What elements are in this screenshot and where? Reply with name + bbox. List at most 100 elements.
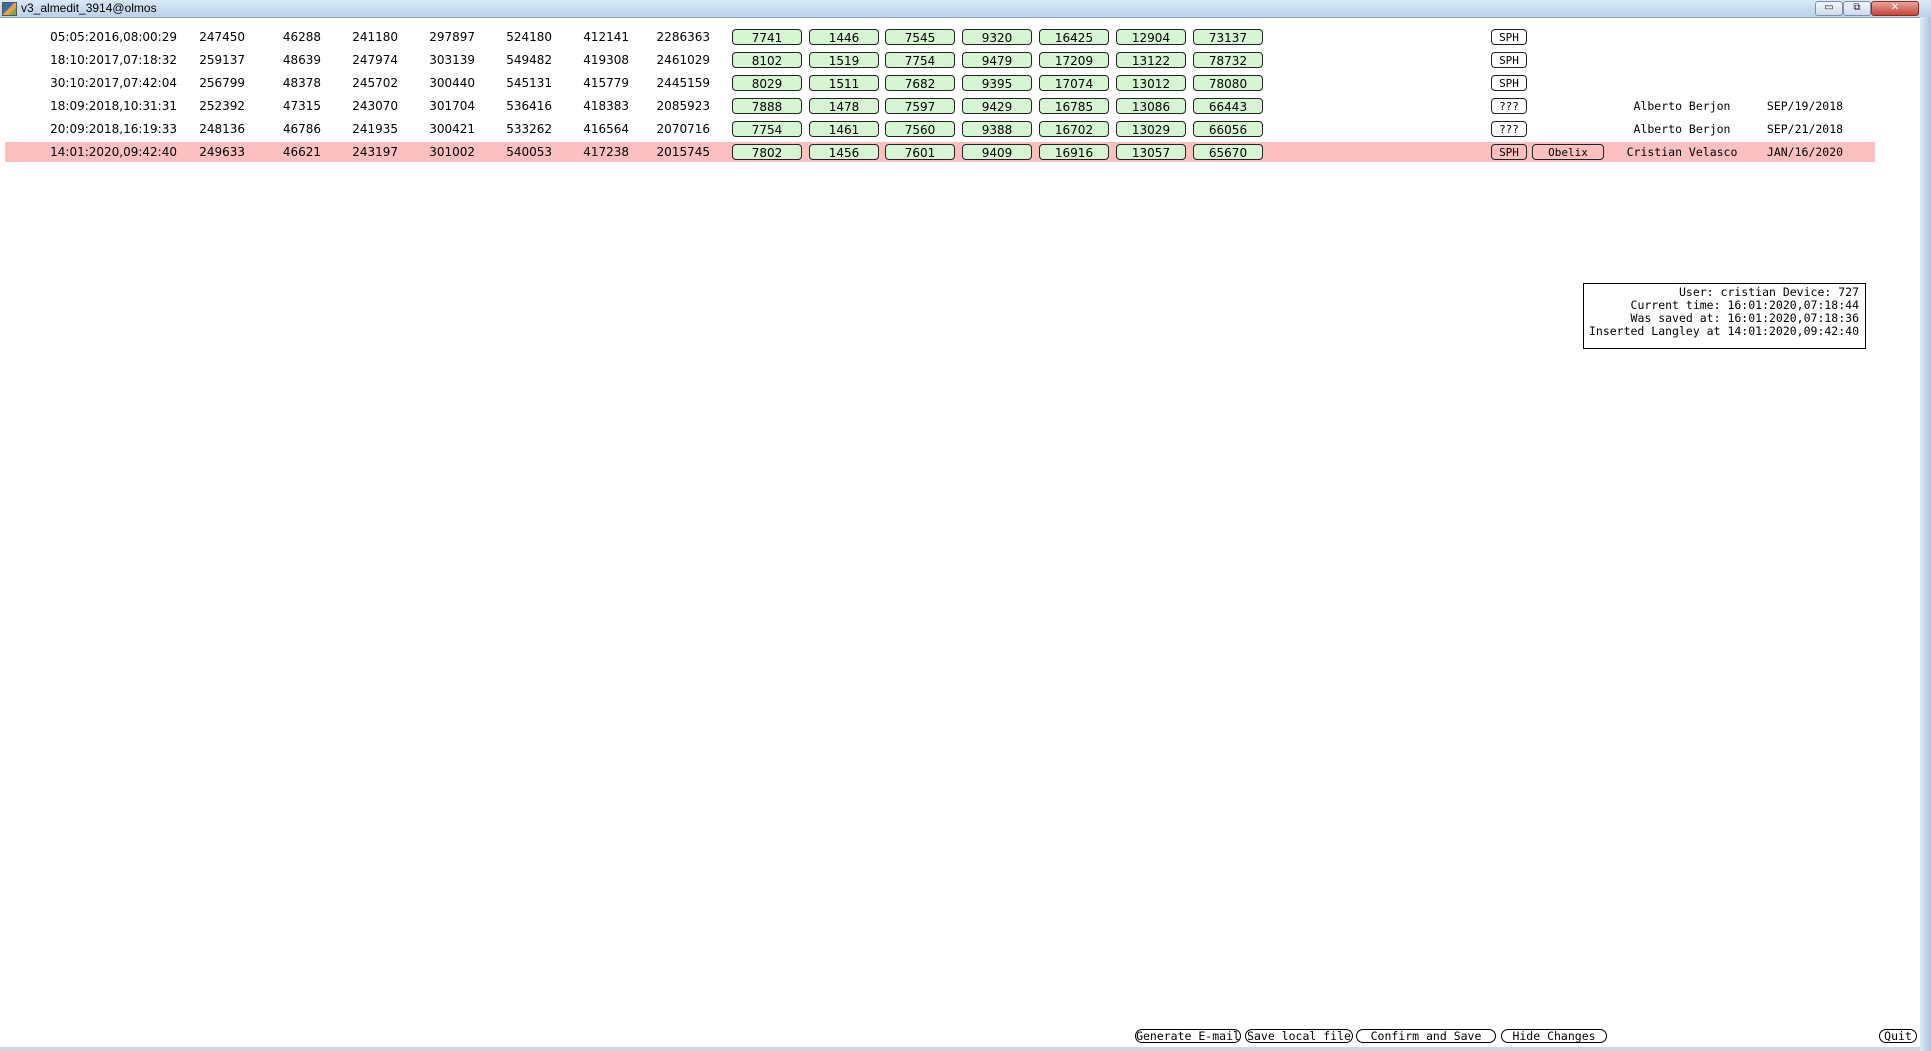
row-timestamp: 14:01:2020,09:42:40: [50, 145, 177, 159]
window-frame-edge: [1920, 17, 1931, 1051]
row-value: 549482: [506, 53, 552, 67]
value-box[interactable]: 7682: [885, 75, 955, 91]
row-value: 47315: [282, 99, 321, 113]
row-value: 243070: [352, 99, 398, 113]
value-box[interactable]: 73137: [1193, 29, 1263, 45]
quit-button[interactable]: Quit: [1879, 1029, 1917, 1043]
row-value: 249633: [199, 145, 245, 159]
status-tag-button[interactable]: SPH: [1491, 75, 1527, 91]
row-person: Alberto Berjon: [1633, 122, 1731, 136]
close-button[interactable]: ✕: [1871, 1, 1919, 16]
row-value: 247450: [199, 30, 245, 44]
row-value: 412141: [583, 30, 629, 44]
row-value: 419308: [583, 53, 629, 67]
value-box[interactable]: 7888: [732, 98, 802, 114]
value-box[interactable]: 16425: [1039, 29, 1109, 45]
value-box[interactable]: 13029: [1116, 121, 1186, 137]
value-box[interactable]: 1511: [809, 75, 879, 91]
row-value: 300421: [429, 122, 475, 136]
status-tag-button[interactable]: SPH: [1491, 29, 1527, 45]
table-row[interactable]: 30:10:2017,07:42:04 256799 48378 245702 3004…: [5, 73, 1875, 93]
row-timestamp: 18:09:2018,10:31:31: [50, 99, 177, 113]
app-icon: [2, 2, 17, 16]
value-box[interactable]: 7601: [885, 144, 955, 160]
status-tag-button[interactable]: ???: [1491, 98, 1527, 114]
value-box[interactable]: 7802: [732, 144, 802, 160]
save-local-file-button[interactable]: Save local file: [1245, 1029, 1353, 1043]
table-row[interactable]: 05:05:2016,08:00:29 247450 46288 241180 2978…: [5, 27, 1875, 47]
value-box[interactable]: 16916: [1039, 144, 1109, 160]
value-box[interactable]: 7545: [885, 29, 955, 45]
row-value: 243197: [352, 145, 398, 159]
row-value: 416564: [583, 122, 629, 136]
value-box[interactable]: 7754: [885, 52, 955, 68]
value-box[interactable]: 9320: [962, 29, 1032, 45]
confirm-and-save-button[interactable]: Confirm and Save: [1356, 1029, 1496, 1043]
value-box[interactable]: 9388: [962, 121, 1032, 137]
row-value: 2085923: [656, 99, 710, 113]
info-inserted: Inserted Langley at 14:01:2020,09:42:40: [1588, 324, 1859, 338]
row-timestamp: 20:09:2018,16:19:33: [50, 122, 177, 136]
row-value: 2070716: [656, 122, 710, 136]
value-box[interactable]: 78080: [1193, 75, 1263, 91]
table-row[interactable]: 14:01:2020,09:42:40 249633 46621 243197 3010…: [5, 142, 1875, 162]
restore-button[interactable]: ⧉: [1843, 1, 1871, 16]
value-box[interactable]: 65670: [1193, 144, 1263, 160]
row-value: 252392: [199, 99, 245, 113]
value-box[interactable]: 9395: [962, 75, 1032, 91]
row-value: 301704: [429, 99, 475, 113]
status-tag-button[interactable]: SPH: [1491, 52, 1527, 68]
row-person: Cristian Velasco: [1626, 145, 1738, 159]
value-box[interactable]: 9409: [962, 144, 1032, 160]
value-box[interactable]: 9429: [962, 98, 1032, 114]
value-box[interactable]: 17209: [1039, 52, 1109, 68]
row-value: 415779: [583, 76, 629, 90]
value-box[interactable]: 7741: [732, 29, 802, 45]
value-box[interactable]: 8102: [732, 52, 802, 68]
row-value: 256799: [199, 76, 245, 90]
row-value: 2015745: [656, 145, 710, 159]
value-box[interactable]: 13086: [1116, 98, 1186, 114]
row-value: 46288: [282, 30, 321, 44]
row-value: 300440: [429, 76, 475, 90]
value-box[interactable]: 7597: [885, 98, 955, 114]
value-box[interactable]: 12904: [1116, 29, 1186, 45]
row-value: 245702: [352, 76, 398, 90]
value-box[interactable]: 16702: [1039, 121, 1109, 137]
table-row[interactable]: 20:09:2018,16:19:33 248136 46786 241935 3004…: [5, 119, 1875, 139]
table-row[interactable]: 18:09:2018,10:31:31 252392 47315 243070 3017…: [5, 96, 1875, 116]
value-box[interactable]: 7754: [732, 121, 802, 137]
status-tag-button[interactable]: SPH: [1491, 144, 1527, 160]
generate-email-button[interactable]: Generate E-mail: [1135, 1029, 1241, 1043]
value-box[interactable]: 13057: [1116, 144, 1186, 160]
value-box[interactable]: 9479: [962, 52, 1032, 68]
value-box[interactable]: 16785: [1039, 98, 1109, 114]
value-box[interactable]: 66443: [1193, 98, 1263, 114]
table-row[interactable]: 18:10:2017,07:18:32 259137 48639 247974 3031…: [5, 50, 1875, 70]
minimize-button[interactable]: ▭: [1815, 1, 1843, 16]
device-tag-button[interactable]: Obelix: [1532, 144, 1604, 160]
row-value: 259137: [199, 53, 245, 67]
value-box[interactable]: 78732: [1193, 52, 1263, 68]
row-value: 301002: [429, 145, 475, 159]
row-person: Alberto Berjon: [1633, 99, 1731, 113]
row-value: 545131: [506, 76, 552, 90]
value-box[interactable]: 13012: [1116, 75, 1186, 91]
row-value: 2286363: [656, 30, 710, 44]
title-bar: v3_almedit_3914@olmos ▭ ⧉ ✕: [0, 0, 1931, 18]
value-box[interactable]: 7560: [885, 121, 955, 137]
status-tag-button[interactable]: ???: [1491, 121, 1527, 137]
value-box[interactable]: 66056: [1193, 121, 1263, 137]
row-value: 417238: [583, 145, 629, 159]
value-box[interactable]: 1461: [809, 121, 879, 137]
hide-changes-button[interactable]: Hide Changes: [1501, 1029, 1607, 1043]
value-box[interactable]: 1446: [809, 29, 879, 45]
value-box[interactable]: 13122: [1116, 52, 1186, 68]
value-box[interactable]: 1519: [809, 52, 879, 68]
row-value: 48378: [282, 76, 321, 90]
value-box[interactable]: 17074: [1039, 75, 1109, 91]
value-box[interactable]: 1456: [809, 144, 879, 160]
value-box[interactable]: 1478: [809, 98, 879, 114]
value-box[interactable]: 8029: [732, 75, 802, 91]
row-value: 418383: [583, 99, 629, 113]
